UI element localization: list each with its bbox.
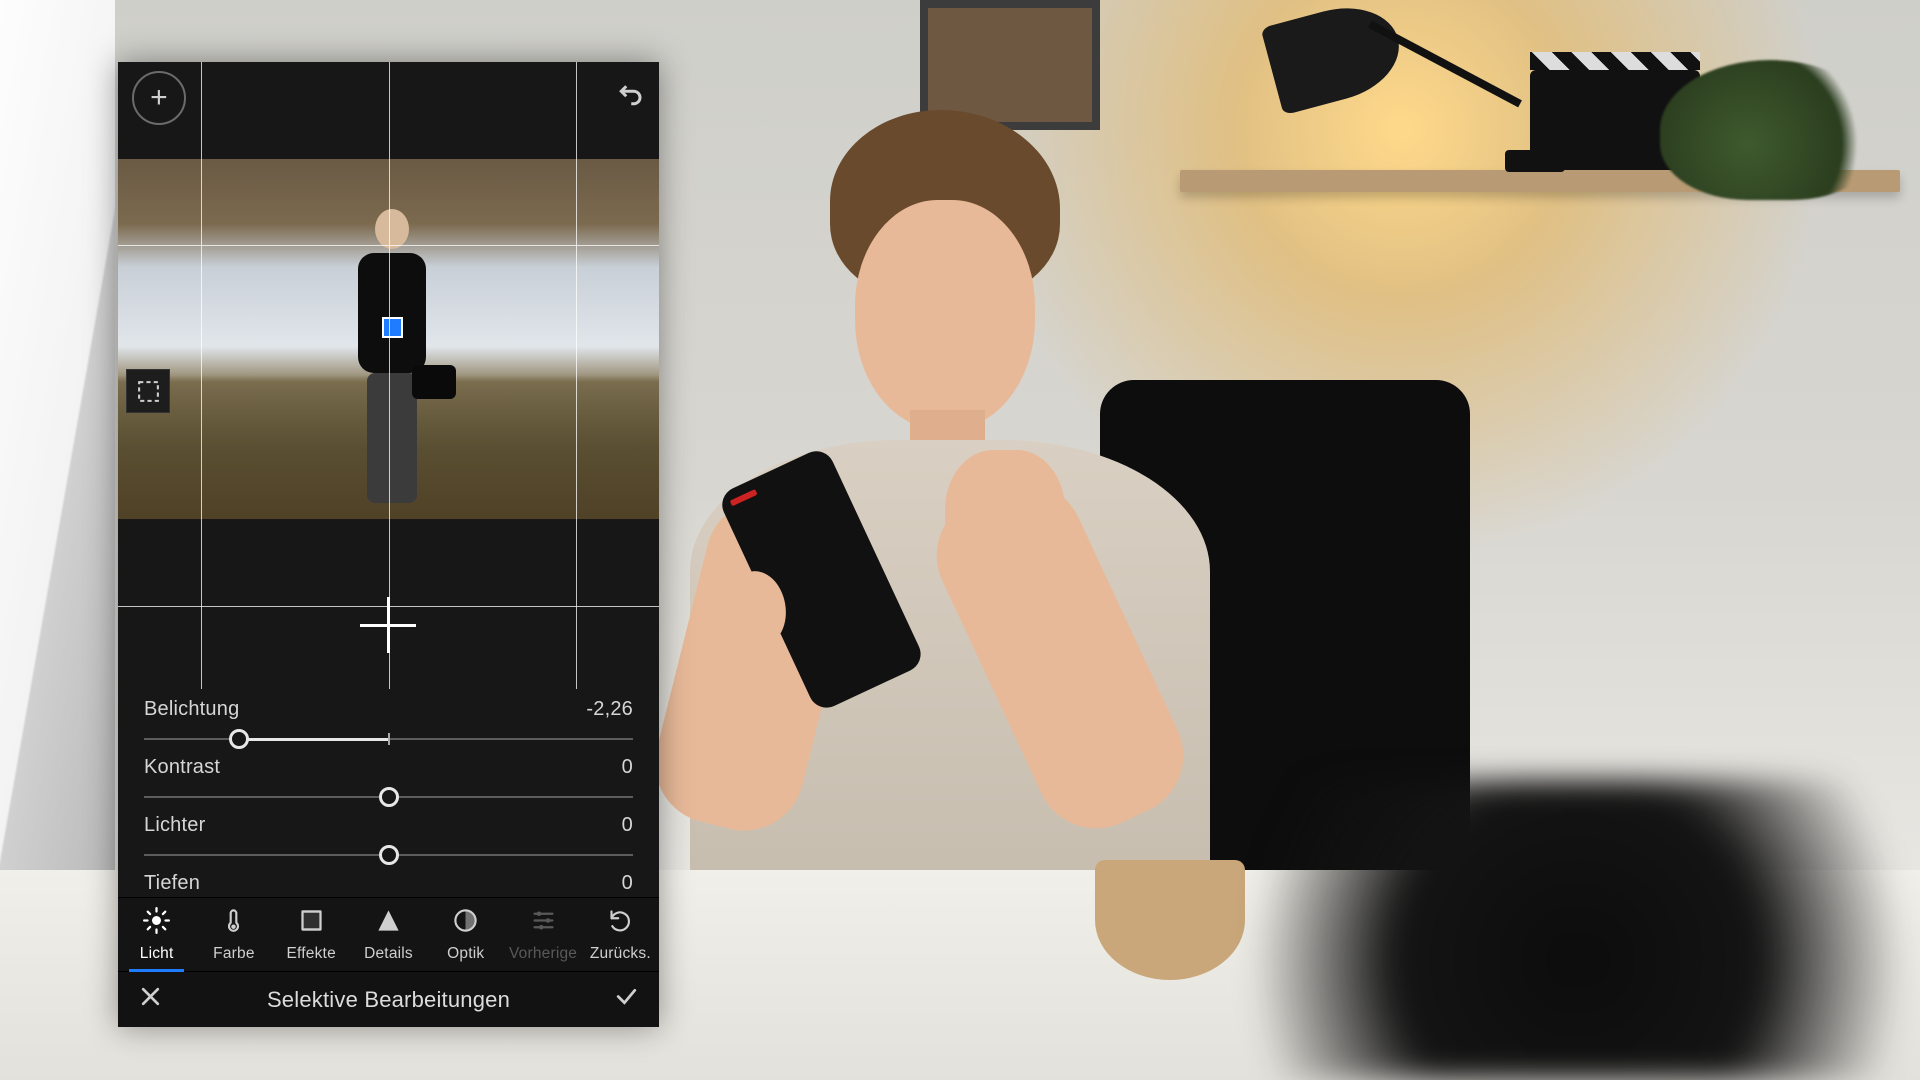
slider-handle[interactable] <box>379 845 399 865</box>
confirm-selective-button[interactable] <box>614 984 639 1015</box>
grid-line-vertical <box>389 62 390 689</box>
grid-line-horizontal <box>118 245 659 246</box>
undo-icon <box>615 80 645 110</box>
app-topbar: + <box>118 62 659 134</box>
slider-handle[interactable] <box>379 787 399 807</box>
thermo-icon <box>220 907 247 939</box>
bg-plant <box>1660 60 1880 200</box>
slider-track[interactable] <box>144 841 633 869</box>
slider-label: Belichtung <box>144 698 239 721</box>
tool-details[interactable]: Details <box>350 898 427 971</box>
edit-canvas[interactable] <box>118 134 659 689</box>
marquee-icon <box>136 379 161 404</box>
slider-label: Kontrast <box>144 756 220 779</box>
video-frame: + Belichtung -2,26 <box>0 0 1920 1080</box>
check-icon <box>614 984 639 1009</box>
plus-icon: + <box>150 81 168 115</box>
slider-track[interactable] <box>144 783 633 811</box>
lens-icon <box>452 907 479 939</box>
tool-optik[interactable]: Optik <box>427 898 504 971</box>
sliders-icon <box>530 907 557 939</box>
adjust-category-toolbar: Licht Farbe Effekte Details Optik Vorher… <box>118 897 659 971</box>
reset-icon <box>607 907 634 939</box>
close-icon <box>138 984 163 1009</box>
cancel-selective-button[interactable] <box>138 984 163 1015</box>
tool-zuruecks[interactable]: Zurücks. <box>582 898 659 971</box>
slider-value: -2,26 <box>586 698 633 721</box>
square-icon <box>298 907 325 939</box>
slider-row-lichter: Lichter 0 <box>144 814 633 869</box>
slider-label: Tiefen <box>144 872 200 895</box>
mode-title: Selektive Bearbeitungen <box>163 987 614 1013</box>
slider-value: 0 <box>622 814 633 837</box>
photo-subject <box>346 209 438 509</box>
slider-track[interactable] <box>144 725 633 753</box>
slider-value: 0 <box>622 872 633 895</box>
slider-row-tiefen: Tiefen 0 <box>144 872 633 895</box>
presenter <box>620 80 1260 900</box>
tool-vorherige: Vorherige <box>504 898 581 971</box>
lightroom-mobile-app: + Belichtung -2,26 <box>118 62 659 1027</box>
tool-label: Licht <box>140 945 174 963</box>
bg-foreground-camera <box>1160 780 1920 1080</box>
tool-farbe[interactable]: Farbe <box>195 898 272 971</box>
selective-edit-pin[interactable] <box>384 319 401 336</box>
tool-label: Farbe <box>213 945 255 963</box>
slider-row-kontrast: Kontrast 0 <box>144 756 633 811</box>
tool-label: Vorherige <box>509 945 577 963</box>
undo-button[interactable] <box>615 80 645 116</box>
light-adjust-panel: Belichtung -2,26 Kontrast 0 Lichter 0 Ti… <box>118 689 659 897</box>
bg-monitor-edge <box>0 0 115 900</box>
tool-label: Effekte <box>287 945 336 963</box>
slider-active-segment <box>239 738 388 741</box>
bg-lamp-head <box>1261 0 1410 115</box>
sun-icon <box>143 907 170 939</box>
slider-label: Lichter <box>144 814 205 837</box>
selection-tool-button[interactable] <box>126 369 170 413</box>
tool-effekte[interactable]: Effekte <box>273 898 350 971</box>
grid-line-vertical <box>201 62 202 689</box>
grid-line-vertical <box>576 62 577 689</box>
tool-label: Optik <box>447 945 484 963</box>
tool-licht[interactable]: Licht <box>118 898 195 971</box>
grid-line-horizontal <box>118 606 659 607</box>
add-button[interactable]: + <box>132 71 186 125</box>
triangle-icon <box>375 907 402 939</box>
slider-row-belichtung: Belichtung -2,26 <box>144 698 633 753</box>
mode-confirm-bar: Selektive Bearbeitungen <box>118 971 659 1027</box>
slider-value: 0 <box>622 756 633 779</box>
tool-label: Zurücks. <box>590 945 651 963</box>
slider-handle[interactable] <box>229 729 249 749</box>
tool-label: Details <box>364 945 413 963</box>
